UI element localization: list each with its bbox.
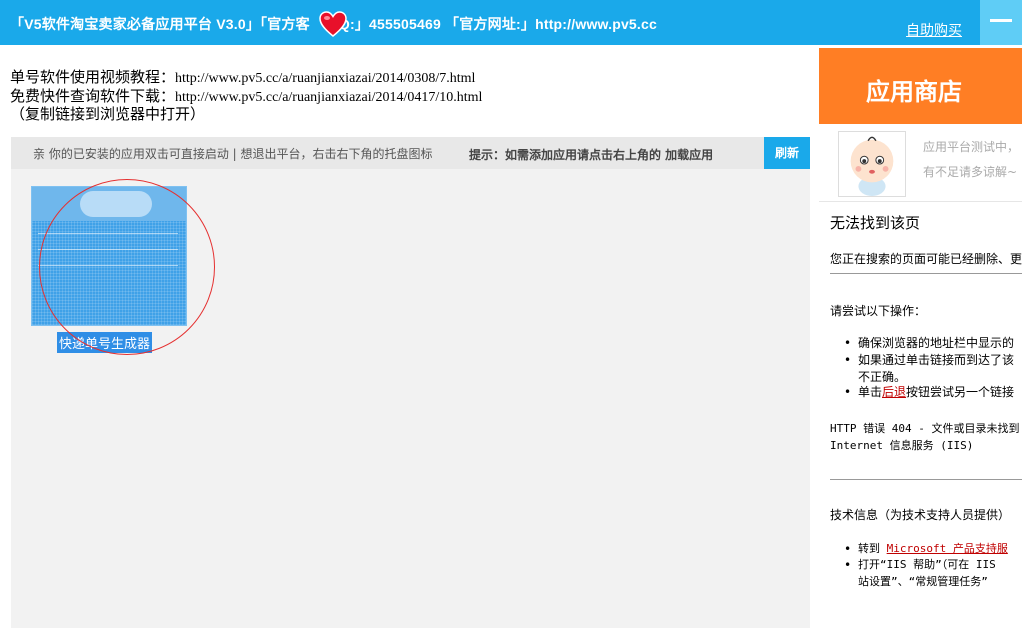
download-url: http://www.pv5.cc/a/ruanjianxiazai/2014/…	[175, 90, 483, 105]
microsoft-support-link[interactable]: Microsoft 产品支持服	[887, 542, 1008, 555]
baby-mascot-icon	[838, 131, 906, 197]
thumbnail-line	[38, 233, 178, 234]
app-thumbnail-icon[interactable]	[31, 186, 187, 326]
suggestion-item: 单击后退按钮尝试另一个链接	[844, 384, 1015, 400]
notice-line2: 有不足请多谅解~	[923, 165, 1018, 179]
menu-icon	[990, 19, 1012, 22]
back-text-pre: 单击	[858, 385, 883, 399]
copy-hint: （复制链接到浏览器中打开）	[10, 107, 206, 123]
hint-bar: 亲 你的已安装的应用双击可直接启动 | 想退出平台，右击右下角的托盘图标 提示：…	[11, 137, 810, 169]
heart-icon	[319, 11, 347, 37]
tutorial-video-line: 单号软件使用视频教程：http://www.pv5.cc/a/ruanjianx…	[10, 66, 475, 87]
suggestion-item: 确保浏览器的地址栏中显示的	[844, 335, 1014, 351]
window-title-part1: 「V5软件淘宝卖家必备应用平台 V3.0」「官方客	[10, 16, 310, 32]
thumbnail-cloud	[80, 191, 152, 217]
suggestion-item: 如果通过单击链接而到达了该	[844, 352, 1014, 368]
http-error-line: HTTP 错误 404 - 文件或目录未找到	[830, 422, 1020, 435]
title-bar: 「V5软件淘宝卖家必备应用平台 V3.0」「官方客 QQ:」455505469 「…	[0, 0, 1022, 45]
app-label[interactable]: 快递单号生成器	[57, 332, 153, 353]
tech-item-cont: 站设置”、“常规管理任务”	[858, 575, 988, 588]
installed-apps-area: 快递单号生成器	[11, 169, 810, 628]
back-link[interactable]: 后退	[882, 385, 906, 399]
try-heading: 请尝试以下操作：	[830, 304, 927, 318]
tutorial-url: http://www.pv5.cc/a/ruanjianxiazai/2014/…	[175, 71, 476, 86]
app-store-header[interactable]: 应用商店	[819, 48, 1022, 124]
self-purchase-link[interactable]: 自助购买	[906, 20, 962, 40]
tech-item: 转到 Microsoft 产品支持服	[844, 541, 1008, 557]
tutorial-label: 单号软件使用视频教程：	[10, 70, 176, 86]
refresh-button[interactable]: 刷新	[764, 137, 810, 169]
window-title-part2: QQ:」455505469 「官方网址:」http://www.pv5.cc	[327, 16, 657, 32]
error-title: 无法找到该页	[830, 214, 921, 232]
launch-hint: 亲 你的已安装的应用双击可直接启动 | 想退出平台，右击右下角的托盘图标	[33, 147, 433, 161]
iis-line: Internet 信息服务 (IIS)	[830, 439, 974, 452]
back-text-post: 按钮尝试另一个链接	[906, 385, 1015, 399]
embedded-error-page: 无法找到该页 您正在搜索的页面可能已经删除、更 请尝试以下操作： 确保浏览器的地…	[822, 204, 1022, 643]
notice-line1: 应用平台测试中，	[923, 140, 1020, 154]
divider	[830, 273, 1022, 274]
thumbnail-line	[38, 249, 178, 250]
thumbnail-line	[38, 265, 178, 266]
store-notice: 应用平台测试中， 有不足请多谅解~	[819, 124, 1022, 202]
tech-item: 打开“IIS 帮助”（可在 IIS	[844, 557, 996, 573]
tech-item-pre: 转到	[858, 542, 887, 555]
suggestion-item-cont: 不正确。	[858, 370, 907, 384]
divider	[830, 479, 1022, 480]
menu-button[interactable]	[980, 0, 1022, 45]
tech-info-heading: 技术信息（为技术支持人员提供）	[830, 508, 1011, 522]
add-app-hint: 提示：如需添加应用请点击右上角的 加载应用	[469, 148, 714, 162]
http-error-block: HTTP 错误 404 - 文件或目录未找到 Internet 信息服务 (II…	[830, 420, 1019, 454]
error-description: 您正在搜索的页面可能已经删除、更	[830, 252, 1022, 266]
